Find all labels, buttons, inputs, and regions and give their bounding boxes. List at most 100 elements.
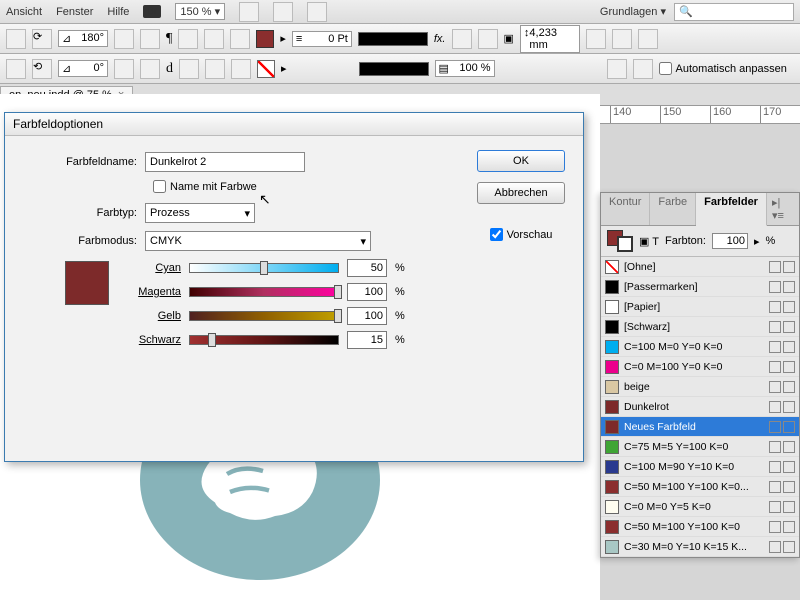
swatch-row[interactable]: [Passermarken] bbox=[601, 277, 799, 297]
scale-input[interactable]: ▤100 % bbox=[435, 60, 495, 77]
center-icon[interactable] bbox=[638, 29, 658, 49]
swatch-row[interactable]: [Papier] bbox=[601, 297, 799, 317]
search-input[interactable]: 🔍 bbox=[674, 3, 794, 21]
magenta-value[interactable] bbox=[347, 283, 387, 301]
swatch-row[interactable]: C=30 M=0 Y=10 K=15 K... bbox=[601, 537, 799, 557]
size-input[interactable]: ↕4,233 mm bbox=[520, 25, 580, 53]
fit-frame-icon[interactable] bbox=[612, 29, 632, 49]
swatch-name: C=0 M=0 Y=5 K=0 bbox=[624, 501, 764, 513]
swatch-row[interactable]: C=100 M=90 Y=10 K=0 bbox=[601, 457, 799, 477]
none-swatch[interactable] bbox=[257, 60, 275, 78]
cyan-slider[interactable] bbox=[189, 263, 339, 273]
fit-prop-icon[interactable] bbox=[607, 59, 627, 79]
schwarz-slider[interactable] bbox=[189, 335, 339, 345]
stroke-style[interactable] bbox=[358, 32, 428, 46]
corner-icon[interactable] bbox=[478, 29, 498, 49]
flip-h-icon[interactable] bbox=[6, 29, 26, 49]
tab-farbe[interactable]: Farbe bbox=[650, 193, 696, 225]
align-icon[interactable] bbox=[178, 29, 198, 49]
wrap-icon[interactable] bbox=[452, 29, 472, 49]
rotate-ccw-icon[interactable]: ⟲ bbox=[32, 59, 52, 79]
dotted-icon[interactable] bbox=[140, 29, 160, 49]
swatch-row[interactable]: beige bbox=[601, 377, 799, 397]
color-mode-select[interactable]: CMYK▾ bbox=[145, 231, 371, 251]
menubar: Ansicht Fenster Hilfe Br 150 % ▾ Grundla… bbox=[0, 0, 800, 24]
mode-label: Farbmodus: bbox=[25, 235, 145, 247]
zoom-level[interactable]: 150 % ▾ bbox=[175, 3, 225, 20]
opt4-icon[interactable] bbox=[205, 59, 225, 79]
rotate-icon[interactable]: ⟳ bbox=[32, 29, 52, 49]
opt5-icon[interactable] bbox=[231, 59, 251, 79]
tint-input[interactable] bbox=[712, 233, 748, 249]
swatch-row[interactable]: Dunkelrot bbox=[601, 397, 799, 417]
swatch-row[interactable]: C=75 M=5 Y=100 K=0 bbox=[601, 437, 799, 457]
flip-v-icon[interactable] bbox=[6, 59, 26, 79]
panel-menu-icon[interactable]: ▸| ▾≡ bbox=[767, 193, 799, 225]
swatch-name: [Passermarken] bbox=[624, 281, 764, 293]
gelb-value[interactable] bbox=[347, 307, 387, 325]
opt1-icon[interactable] bbox=[114, 59, 134, 79]
swatch-name-input[interactable] bbox=[145, 152, 305, 172]
color-preview bbox=[65, 261, 109, 305]
swatch-type-icons bbox=[769, 521, 795, 533]
ruler-tick: 140 bbox=[610, 106, 631, 124]
cancel-button[interactable]: Abbrechen bbox=[477, 182, 565, 204]
object-text-toggle[interactable]: ▣ T bbox=[639, 235, 659, 248]
swatch-chip bbox=[605, 300, 619, 314]
fit-content-icon[interactable] bbox=[586, 29, 606, 49]
angle-input-2[interactable]: ⊿0° bbox=[58, 60, 108, 77]
swatch-row[interactable]: C=0 M=100 Y=0 K=0 bbox=[601, 357, 799, 377]
swatch-chip bbox=[605, 260, 619, 274]
dashed-icon[interactable] bbox=[114, 29, 134, 49]
cyan-value[interactable] bbox=[347, 259, 387, 277]
auto-fit-checkbox[interactable]: Automatisch anpassen bbox=[659, 62, 787, 75]
pathfinder-icon[interactable] bbox=[230, 29, 250, 49]
tab-farbfelder[interactable]: Farbfelder bbox=[696, 193, 767, 226]
bridge-badge[interactable]: Br bbox=[143, 5, 161, 18]
screen-mode-icon[interactable] bbox=[239, 2, 259, 22]
paragraph-icon[interactable]: ¶ bbox=[166, 31, 172, 47]
ok-button[interactable]: OK bbox=[477, 150, 565, 172]
swatch-list[interactable]: [Ohne] [Passermarken] [Papier] [Schwarz] C=1… bbox=[601, 257, 799, 557]
swatch-row[interactable]: C=50 M=100 Y=100 K=0... bbox=[601, 477, 799, 497]
fill-frame-icon[interactable] bbox=[633, 59, 653, 79]
view-icon[interactable] bbox=[307, 2, 327, 22]
swatch-name: C=50 M=100 Y=100 K=0 bbox=[624, 521, 764, 533]
magenta-slider[interactable] bbox=[189, 287, 339, 297]
schwarz-value[interactable] bbox=[347, 331, 387, 349]
swatch-row[interactable]: C=50 M=100 Y=100 K=0 bbox=[601, 517, 799, 537]
preview-checkbox[interactable]: Vorschau bbox=[490, 228, 553, 241]
swatch-row[interactable]: [Ohne] bbox=[601, 257, 799, 277]
fill-swatch[interactable] bbox=[256, 30, 274, 48]
menu-hilfe[interactable]: Hilfe bbox=[107, 6, 129, 18]
drop-cap-icon[interactable]: d bbox=[166, 61, 173, 77]
swatch-name: [Schwarz] bbox=[624, 321, 764, 333]
workspace-switcher[interactable]: Grundlagen ▾ bbox=[600, 5, 666, 18]
control-bar-1: ⟳ ⊿180° ¶ ▸ ≡0 Pt fx. ▣ ↕4,233 mm bbox=[0, 24, 800, 54]
stroke-end[interactable] bbox=[359, 62, 429, 76]
swatch-row[interactable]: C=100 M=0 Y=0 K=0 bbox=[601, 337, 799, 357]
swatch-row[interactable]: C=0 M=0 Y=5 K=0 bbox=[601, 497, 799, 517]
opt2-icon[interactable] bbox=[140, 59, 160, 79]
schwarz-label: Schwarz bbox=[125, 334, 181, 346]
angle-input-1[interactable]: ⊿180° bbox=[58, 30, 108, 47]
color-type-select[interactable]: Prozess▾ bbox=[145, 203, 255, 223]
swatch-type-icons bbox=[769, 501, 795, 513]
ruler-tick: 150 bbox=[660, 106, 681, 124]
crop-icon[interactable]: ▣ bbox=[504, 32, 514, 45]
fill-stroke-proxy[interactable] bbox=[607, 230, 633, 252]
tab-kontur[interactable]: Kontur bbox=[601, 193, 650, 225]
swatch-row[interactable]: Neues Farbfeld bbox=[601, 417, 799, 437]
swatch-chip bbox=[605, 540, 619, 554]
menu-ansicht[interactable]: Ansicht bbox=[6, 6, 42, 18]
arrange-icon[interactable] bbox=[273, 2, 293, 22]
stroke-weight[interactable]: ≡0 Pt bbox=[292, 31, 352, 47]
tint-label: Farbton: bbox=[665, 235, 706, 247]
swatch-row[interactable]: [Schwarz] bbox=[601, 317, 799, 337]
menu-fenster[interactable]: Fenster bbox=[56, 6, 93, 18]
swatch-type-icons bbox=[769, 461, 795, 473]
gelb-slider[interactable] bbox=[189, 311, 339, 321]
opt3-icon[interactable] bbox=[179, 59, 199, 79]
group-icon[interactable] bbox=[204, 29, 224, 49]
swatch-type-icons bbox=[769, 281, 795, 293]
